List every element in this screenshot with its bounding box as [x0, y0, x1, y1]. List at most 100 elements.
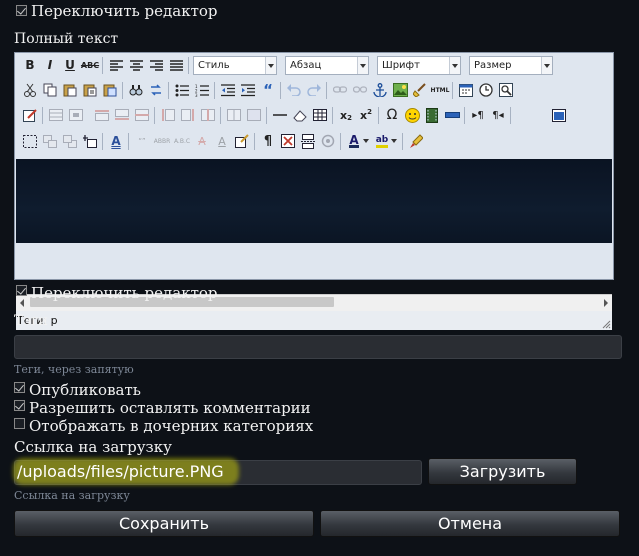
- media-icon[interactable]: [423, 106, 441, 124]
- superscript-icon[interactable]: x2: [357, 106, 375, 124]
- delete-row-icon[interactable]: [133, 106, 151, 124]
- abbr-icon[interactable]: ABBR: [153, 132, 171, 150]
- page-break-icon[interactable]: [443, 106, 461, 124]
- table-row-props-icon[interactable]: [47, 106, 65, 124]
- attributes-icon[interactable]: [233, 132, 251, 150]
- select-all-icon[interactable]: [21, 132, 39, 150]
- ltr-icon[interactable]: ▸¶: [469, 106, 487, 124]
- acronym-icon[interactable]: A.B.C: [173, 132, 191, 150]
- anchor-icon[interactable]: [371, 81, 389, 99]
- non-breaking-space-icon[interactable]: [279, 132, 297, 150]
- special-char-icon[interactable]: Ω: [383, 106, 401, 124]
- show-in-subcategories-label: Отображать в дочерних категориях: [29, 417, 314, 435]
- editor-status-bar: Теги: p: [16, 311, 612, 330]
- insert-col-after-icon[interactable]: [179, 106, 197, 124]
- toggle-editor-label-top: Переключить редактор: [31, 2, 218, 20]
- toggle-editor-checkbox-top[interactable]: [16, 5, 27, 16]
- download-link-input[interactable]: /uploads/files/picture.PNG: [13, 458, 422, 485]
- upload-button[interactable]: Загрузить: [428, 458, 577, 485]
- scroll-right-icon[interactable]: [604, 299, 608, 307]
- insert-date-icon[interactable]: [457, 81, 475, 99]
- toolbar-row-4: A “” ABBR A.B.C A A ¶ A ab: [16, 130, 612, 154]
- html-source-icon[interactable]: HTML: [431, 81, 450, 99]
- cut-icon[interactable]: [21, 81, 39, 99]
- underline-icon[interactable]: U: [61, 56, 79, 74]
- find-icon[interactable]: [127, 81, 145, 99]
- blockquote-icon[interactable]: “: [259, 81, 277, 99]
- edit-content-icon[interactable]: [21, 106, 39, 124]
- cite-icon[interactable]: “”: [133, 132, 151, 150]
- toolbar-separator: [188, 57, 189, 74]
- align-right-icon[interactable]: [147, 56, 165, 74]
- link-icon[interactable]: [331, 81, 349, 99]
- insert-col-before-icon[interactable]: [159, 106, 177, 124]
- align-center-icon[interactable]: [127, 56, 145, 74]
- paste-icon[interactable]: [61, 81, 79, 99]
- cleanup-icon[interactable]: [411, 81, 429, 99]
- page-break-insert-icon[interactable]: [299, 132, 317, 150]
- styleprops-icon[interactable]: A: [107, 132, 125, 150]
- toolbar-separator: [378, 107, 379, 124]
- chevron-down-icon: [265, 57, 276, 74]
- chevron-down-icon[interactable]: [389, 132, 399, 150]
- allow-comments-checkbox[interactable]: [14, 400, 25, 411]
- bullet-list-icon[interactable]: [173, 81, 191, 99]
- copy-icon[interactable]: [41, 81, 59, 99]
- style-dropdown[interactable]: Стиль: [193, 56, 277, 75]
- numbered-list-icon[interactable]: 123: [193, 81, 211, 99]
- subscript-icon[interactable]: x2: [337, 106, 355, 124]
- save-button[interactable]: Сохранить: [14, 510, 314, 537]
- font-dropdown[interactable]: Шрифт: [377, 56, 461, 75]
- paste-word-icon[interactable]: [101, 81, 119, 99]
- full-text-label: Полный текст: [14, 31, 119, 47]
- resize-grip-icon[interactable]: [601, 319, 611, 329]
- italic-icon[interactable]: I: [41, 56, 59, 74]
- highlighter-icon[interactable]: [407, 132, 425, 150]
- insert-time-icon[interactable]: [477, 81, 495, 99]
- table-cell-props-icon[interactable]: [67, 106, 85, 124]
- insert-row-after-icon[interactable]: [113, 106, 131, 124]
- align-justify-icon[interactable]: [167, 56, 185, 74]
- del-icon[interactable]: A: [193, 132, 211, 150]
- redo-icon[interactable]: [305, 81, 323, 99]
- insert-layer-icon[interactable]: [81, 132, 99, 150]
- delete-col-icon[interactable]: [199, 106, 217, 124]
- insert-table-icon[interactable]: [311, 106, 329, 124]
- split-cells-icon[interactable]: [225, 106, 243, 124]
- format-dropdown[interactable]: Абзац: [285, 56, 369, 75]
- bold-icon[interactable]: B: [21, 56, 39, 74]
- align-left-icon[interactable]: [107, 56, 125, 74]
- cancel-button[interactable]: Отмена: [320, 510, 620, 537]
- editor-content-area[interactable]: [16, 159, 612, 243]
- eraser-icon[interactable]: [291, 106, 309, 124]
- merge-cells-icon[interactable]: [245, 106, 263, 124]
- chevron-down-icon[interactable]: [361, 132, 371, 150]
- indent-icon[interactable]: [239, 81, 257, 99]
- scroll-left-icon[interactable]: [20, 299, 24, 307]
- size-dropdown[interactable]: Размер: [469, 56, 553, 75]
- insert-row-before-icon[interactable]: [93, 106, 111, 124]
- toolbar-separator: [402, 133, 403, 150]
- layer-backward-icon[interactable]: [61, 132, 79, 150]
- unlink-icon[interactable]: [351, 81, 369, 99]
- horizontal-rule-icon[interactable]: [271, 106, 289, 124]
- visual-chars-icon[interactable]: ¶: [259, 132, 277, 150]
- paste-text-icon[interactable]: [81, 81, 99, 99]
- rtl-icon[interactable]: ¶◂: [489, 106, 507, 124]
- outdent-icon[interactable]: [219, 81, 237, 99]
- undo-icon[interactable]: [285, 81, 303, 99]
- toggle-editor-checkbox-bottom[interactable]: [16, 285, 27, 296]
- layer-forward-icon[interactable]: [41, 132, 59, 150]
- fullscreen-icon[interactable]: [550, 106, 568, 124]
- ins-icon[interactable]: A: [213, 132, 231, 150]
- preview-icon[interactable]: [497, 81, 515, 99]
- image-icon[interactable]: [391, 81, 409, 99]
- format-dropdown-value: Абзац: [290, 60, 322, 71]
- emoticon-icon[interactable]: [403, 106, 421, 124]
- show-in-subcategories-checkbox[interactable]: [14, 418, 25, 429]
- template-icon[interactable]: [319, 132, 337, 150]
- strikethrough-icon[interactable]: ABC: [81, 56, 99, 74]
- publish-checkbox[interactable]: [14, 382, 25, 393]
- tags-input[interactable]: [14, 335, 622, 359]
- replace-icon[interactable]: [147, 81, 165, 99]
